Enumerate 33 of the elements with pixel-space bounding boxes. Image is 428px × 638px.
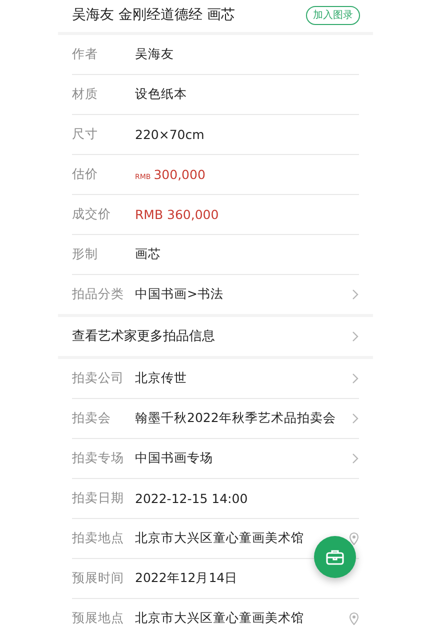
- price-value: RMB 360,000: [135, 206, 220, 222]
- location-pin-icon[interactable]: [349, 532, 359, 545]
- briefcase-icon: [326, 549, 344, 565]
- more-artist-lots-link[interactable]: 查看艺术家更多拍品信息: [72, 327, 352, 346]
- field-value: 2022-12-15 14:00: [135, 490, 249, 506]
- field-label: 作者: [72, 46, 99, 63]
- briefcase-button[interactable]: [314, 536, 356, 578]
- field-value[interactable]: 中国书画>书法: [135, 286, 352, 303]
- field-value: 设色纸本: [135, 86, 188, 103]
- field-value: 2022年12月14日: [135, 570, 239, 587]
- field-label: 形制: [72, 246, 99, 263]
- field-label: 拍卖公司: [72, 370, 125, 387]
- field-value[interactable]: 翰墨千秋2022年秋季艺术品拍卖会: [135, 410, 352, 427]
- artwork-title: 吴海友 金刚经道德经 画芯: [72, 6, 235, 25]
- location-pin-icon[interactable]: [349, 612, 359, 625]
- field-label: 拍品分类: [72, 286, 125, 303]
- field-label: 估价: [72, 166, 99, 183]
- field-value[interactable]: 中国书画专场: [135, 450, 352, 467]
- field-value: 吴海友: [135, 46, 175, 63]
- field-value: 画芯: [135, 246, 162, 263]
- field-label: 预展地点: [72, 610, 125, 627]
- field-label: 预展时间: [72, 570, 125, 587]
- field-label: 成交价: [72, 206, 112, 223]
- field-label: 尺寸: [72, 126, 99, 143]
- field-label: 材质: [72, 86, 99, 103]
- field-value[interactable]: 北京传世: [135, 370, 352, 387]
- field-value: 北京市大兴区童心童画美术馆: [135, 530, 305, 547]
- field-label: 拍卖专场: [72, 450, 125, 467]
- field-label: 拍卖地点: [72, 530, 125, 547]
- field-label: 拍卖日期: [72, 490, 125, 507]
- field-value: 北京市大兴区童心童画美术馆: [135, 610, 305, 627]
- field-value: 220×70cm: [135, 126, 206, 142]
- field-label: 拍卖会: [72, 410, 112, 427]
